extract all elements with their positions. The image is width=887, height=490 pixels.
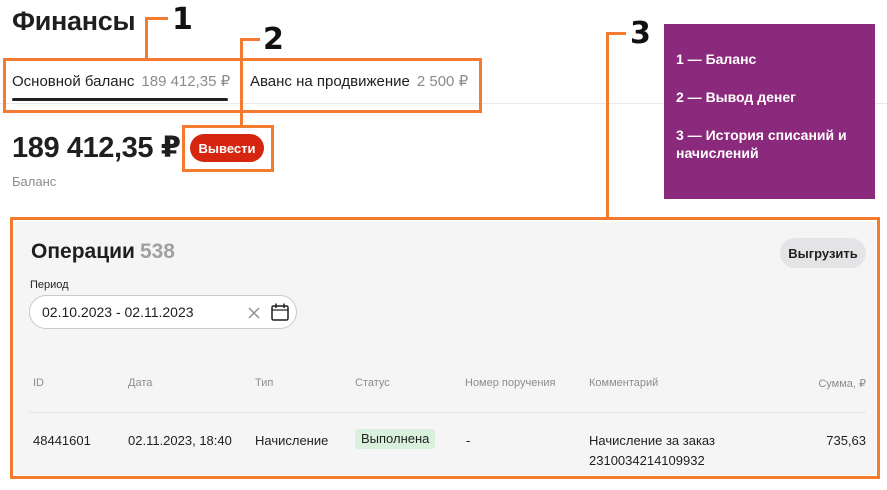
annotation-number-2: 2: [263, 22, 284, 57]
balance-label: Баланс: [12, 174, 57, 189]
legend-item-balance: 1 — Баланс: [676, 51, 757, 67]
legend-item-withdraw: 2 — Вывод денег: [676, 89, 796, 105]
balance-amount: 189 412,35 ₽: [12, 132, 181, 164]
annotation-frame-withdraw: [182, 125, 274, 172]
annotation-leader-3-tick: [606, 32, 626, 35]
annotation-frame-operations: [10, 217, 880, 479]
legend-item-history: 3 — История списаний и начислений: [676, 127, 847, 161]
page-title: Финансы: [12, 6, 136, 36]
annotation-leader-2: [240, 38, 243, 126]
annotation-number-1: 1: [172, 2, 193, 37]
annotation-legend: 1 — Баланс 2 — Вывод денег 3 — История с…: [664, 24, 875, 199]
annotation-number-3: 3: [630, 16, 651, 51]
annotation-leader-2-tick: [240, 38, 260, 41]
annotation-leader-1-tick: [145, 17, 168, 20]
annotation-leader-1: [145, 17, 148, 59]
annotation-leader-3: [606, 32, 609, 218]
